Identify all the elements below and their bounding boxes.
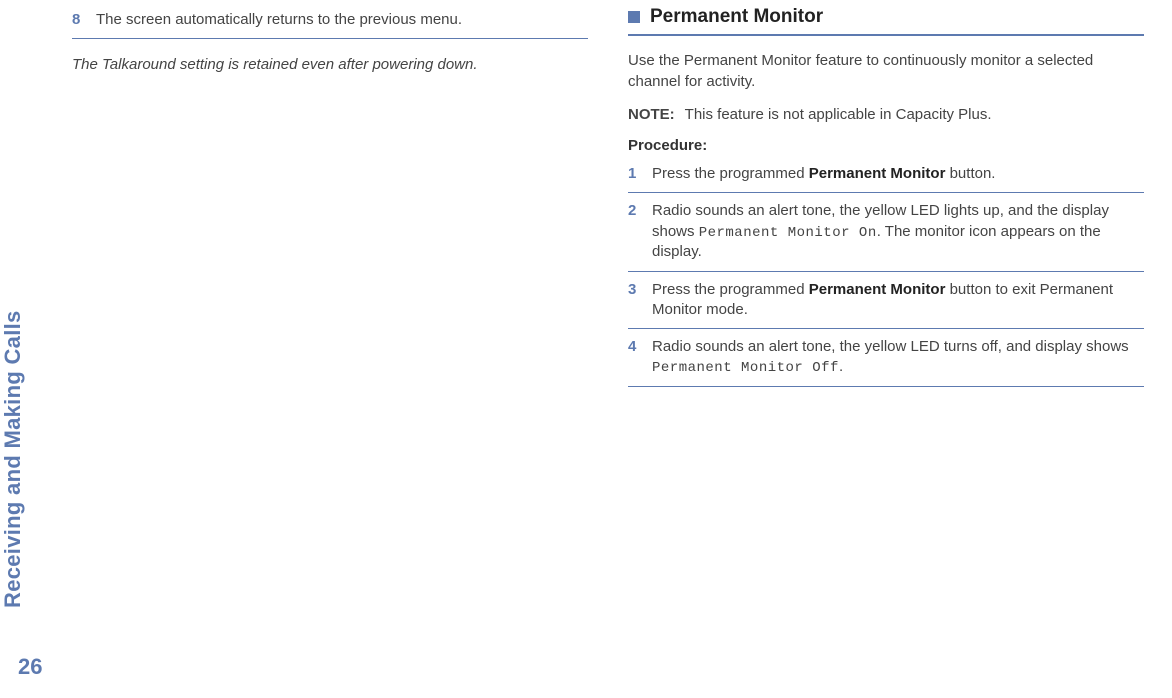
step-text: Press the programmed Permanent Monitor b… (652, 280, 1144, 321)
section-title: Permanent Monitor (650, 6, 823, 28)
note-label: NOTE: (628, 106, 675, 123)
italic-note: The Talkaround setting is retained even … (72, 39, 588, 75)
section-header: Permanent Monitor (628, 6, 1144, 36)
text-fragment: button. (945, 165, 995, 182)
step-number: 1 (628, 164, 642, 184)
left-column: 8 The screen automatically returns to th… (72, 6, 588, 678)
step-number: 3 (628, 280, 642, 321)
bold-term: Permanent Monitor (809, 281, 946, 298)
step-2: 2 Radio sounds an alert tone, the yellow… (628, 197, 1144, 271)
intro-paragraph: Use the Permanent Monitor feature to con… (628, 50, 1144, 92)
bold-term: Permanent Monitor (809, 165, 946, 182)
step-text: Radio sounds an alert tone, the yellow L… (652, 201, 1144, 262)
step-number: 8 (72, 10, 86, 30)
procedure-steps: 1 Press the programmed Permanent Monitor… (628, 160, 1144, 387)
text-fragment: Press the programmed (652, 281, 809, 298)
text-fragment: Press the programmed (652, 165, 809, 182)
step-1: 1 Press the programmed Permanent Monitor… (628, 160, 1144, 193)
step-8: 8 The screen automatically returns to th… (72, 6, 588, 39)
step-3: 3 Press the programmed Permanent Monitor… (628, 276, 1144, 330)
step-number: 2 (628, 201, 642, 262)
note-text: This feature is not applicable in Capaci… (685, 106, 992, 123)
content-columns: 8 The screen automatically returns to th… (60, 0, 1172, 698)
step-4: 4 Radio sounds an alert tone, the yellow… (628, 333, 1144, 387)
procedure-label: Procedure: (628, 137, 1144, 154)
square-bullet-icon (628, 11, 640, 23)
step-number: 4 (628, 337, 642, 378)
page-container: Receiving and Making Calls 26 8 The scre… (0, 0, 1172, 698)
display-text: Permanent Monitor Off (652, 360, 839, 376)
note-line: NOTE: This feature is not applicable in … (628, 106, 1144, 123)
right-column: Permanent Monitor Use the Permanent Moni… (628, 6, 1144, 678)
display-text: Permanent Monitor On (699, 225, 877, 241)
step-text: Radio sounds an alert tone, the yellow L… (652, 337, 1144, 378)
text-fragment: . (839, 358, 843, 375)
text-fragment: Radio sounds an alert tone, the yellow L… (652, 338, 1129, 355)
page-number: 26 (18, 654, 42, 680)
section-side-label: Receiving and Making Calls (0, 310, 26, 608)
step-text: The screen automatically returns to the … (96, 10, 588, 30)
step-text: Press the programmed Permanent Monitor b… (652, 164, 1144, 184)
sidebar: Receiving and Making Calls 26 (0, 0, 60, 698)
